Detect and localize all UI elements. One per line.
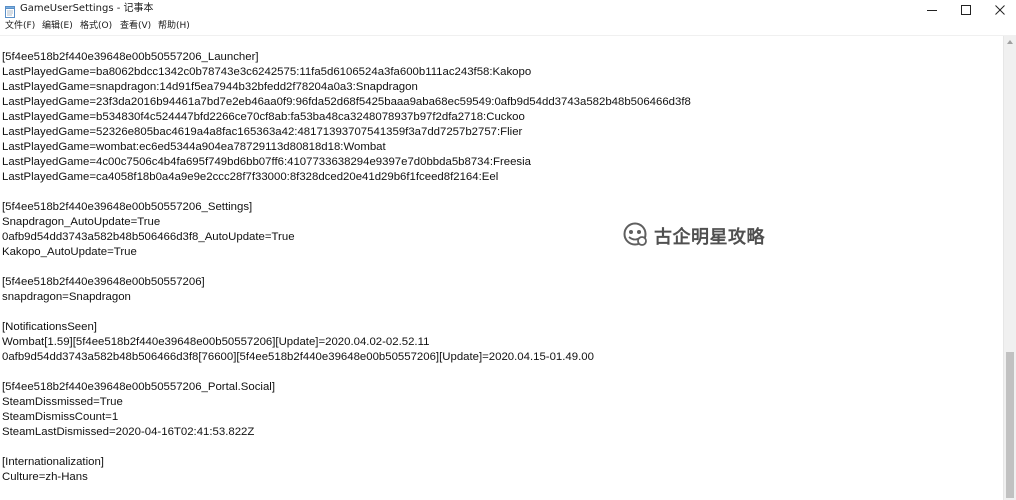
text-line: Snapdragon_AutoUpdate=True (2, 216, 161, 228)
text-line: 0afb9d54dd3743a582b48b506466d3f8[76600][… (2, 351, 594, 363)
maximize-button[interactable] (950, 0, 982, 18)
text-line: [5f4ee518b2f440e39648e00b50557206] (2, 276, 205, 288)
maximize-icon (961, 0, 971, 19)
text-line: [5f4ee518b2f440e39648e00b50557206_Portal… (2, 381, 275, 393)
text-line: LastPlayedGame=wombat:ec6ed5344a904ea787… (2, 141, 386, 153)
text-line: LastPlayedGame=ca4058f18b0a4a9e9e2ccc28f… (2, 171, 499, 183)
scrollbar-thumb[interactable] (1006, 352, 1014, 498)
menu-file[interactable]: 文件(F) (5, 20, 35, 33)
text-line: Culture=zh-Hans (2, 471, 88, 483)
text-line: [Internationalization] (2, 456, 104, 468)
text-line: SteamDissmissed=True (2, 396, 123, 408)
menu-help[interactable]: 帮助(H) (158, 20, 190, 33)
text-editor[interactable]: [5f4ee518b2f440e39648e00b50557206_Launch… (0, 36, 1003, 500)
menu-format[interactable]: 格式(O) (80, 20, 112, 33)
text-line: SteamDismissCount=1 (2, 411, 119, 423)
menu-edit[interactable]: 编辑(E) (42, 20, 73, 33)
text-line: SteamLastDismissed=2020-04-16T02:41:53.8… (2, 426, 255, 438)
text-line: Wombat[1.59][5f4ee518b2f440e39648e00b505… (2, 336, 430, 348)
text-line: LastPlayedGame=ba8062bdcc1342c0b78743e3c… (2, 66, 532, 78)
window-title: GameUserSettings - 记事本 (20, 3, 154, 14)
text-line: LastPlayedGame=4c00c7506c4b4fa695f749bd6… (2, 156, 531, 168)
title-bar[interactable]: GameUserSettings - 记事本 (0, 0, 1016, 18)
watermark-text: 古企明星攻略 (654, 227, 765, 248)
text-line: [5f4ee518b2f440e39648e00b50557206_Settin… (2, 201, 253, 213)
minimize-button[interactable] (916, 0, 948, 18)
scroll-up-arrow-icon[interactable] (1007, 40, 1013, 44)
close-button[interactable] (984, 0, 1016, 18)
notepad-window: GameUserSettings - 记事本 文件(F) 编辑(E) 格式(O)… (0, 0, 1016, 500)
watermark: 古企明星攻略 (622, 221, 765, 251)
minimize-icon (927, 0, 937, 19)
text-line: [5f4ee518b2f440e39648e00b50557206_Launch… (2, 51, 259, 63)
menu-bar: 文件(F) 编辑(E) 格式(O) 查看(V) 帮助(H) (0, 18, 1016, 36)
watermark-logo-icon (622, 221, 648, 251)
text-line: LastPlayedGame=52326e805bac4619a4a8fac16… (2, 126, 523, 138)
text-line: [NotificationsSeen] (2, 321, 97, 333)
vertical-scrollbar[interactable] (1003, 36, 1016, 500)
text-line: LastPlayedGame=23f3da2016b94461a7bd7e2eb… (2, 96, 691, 108)
text-line: LastPlayedGame=snapdragon:14d91f5ea7944b… (2, 81, 418, 93)
text-line: 0afb9d54dd3743a582b48b506466d3f8_AutoUpd… (2, 231, 295, 243)
text-line: snapdragon=Snapdragon (2, 291, 131, 303)
close-icon (995, 0, 1005, 19)
text-line: Kakopo_AutoUpdate=True (2, 246, 137, 258)
menu-view[interactable]: 查看(V) (120, 20, 151, 33)
notepad-icon (5, 3, 15, 18)
text-line: LastPlayedGame=b534830f4c524447bfd2266ce… (2, 111, 525, 123)
